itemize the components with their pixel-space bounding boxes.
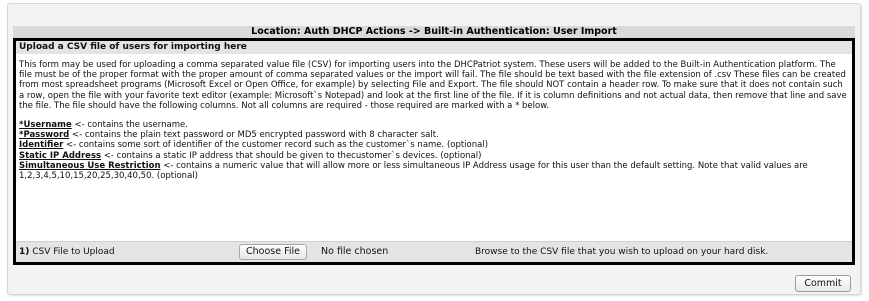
- field-description: <- contains some sort of identifier of t…: [63, 140, 489, 151]
- field-static-ip: Static IP Address <- contains a static I…: [19, 151, 849, 161]
- field-simultaneous-use: Simultaneous Use Restriction <- contains…: [19, 161, 849, 181]
- field-name: *Username: [19, 120, 72, 131]
- upload-label-text: CSV File to Upload: [29, 247, 115, 257]
- upload-label: 1) CSV File to Upload: [19, 242, 115, 262]
- instructions-text: This form may be used for uploading a co…: [19, 60, 847, 111]
- field-name: Simultaneous Use Restriction: [19, 160, 161, 171]
- step-number: 1): [19, 247, 30, 257]
- field-name: Static IP Address: [19, 150, 102, 161]
- field-description: <- contains the plain text password or M…: [69, 130, 439, 141]
- browse-hint: Browse to the CSV file that you wish to …: [475, 247, 769, 257]
- choose-file-button[interactable]: Choose File: [239, 244, 307, 260]
- panel-header: Upload a CSV file of users for importing…: [16, 41, 852, 54]
- panel-body: This form may be used for uploading a co…: [16, 54, 852, 181]
- field-name: *Password: [19, 130, 70, 141]
- field-description: <- contains the username.: [71, 120, 188, 131]
- import-panel: Upload a CSV file of users for importing…: [13, 38, 855, 265]
- upload-row: 1) CSV File to Upload Choose File No fil…: [16, 241, 852, 262]
- field-password: *Password <- contains the plain text pas…: [19, 130, 849, 140]
- field-name: Identifier: [19, 140, 64, 151]
- location-title: Location: Auth DHCP Actions -> Built-in …: [13, 26, 855, 38]
- field-username: *Username <- contains the username.: [19, 120, 849, 130]
- file-status: No file chosen: [321, 246, 389, 257]
- field-identifier: Identifier <- contains some sort of iden…: [19, 140, 849, 150]
- field-description: <- contains a static IP address that sho…: [101, 150, 482, 161]
- commit-button[interactable]: Commit: [795, 275, 851, 292]
